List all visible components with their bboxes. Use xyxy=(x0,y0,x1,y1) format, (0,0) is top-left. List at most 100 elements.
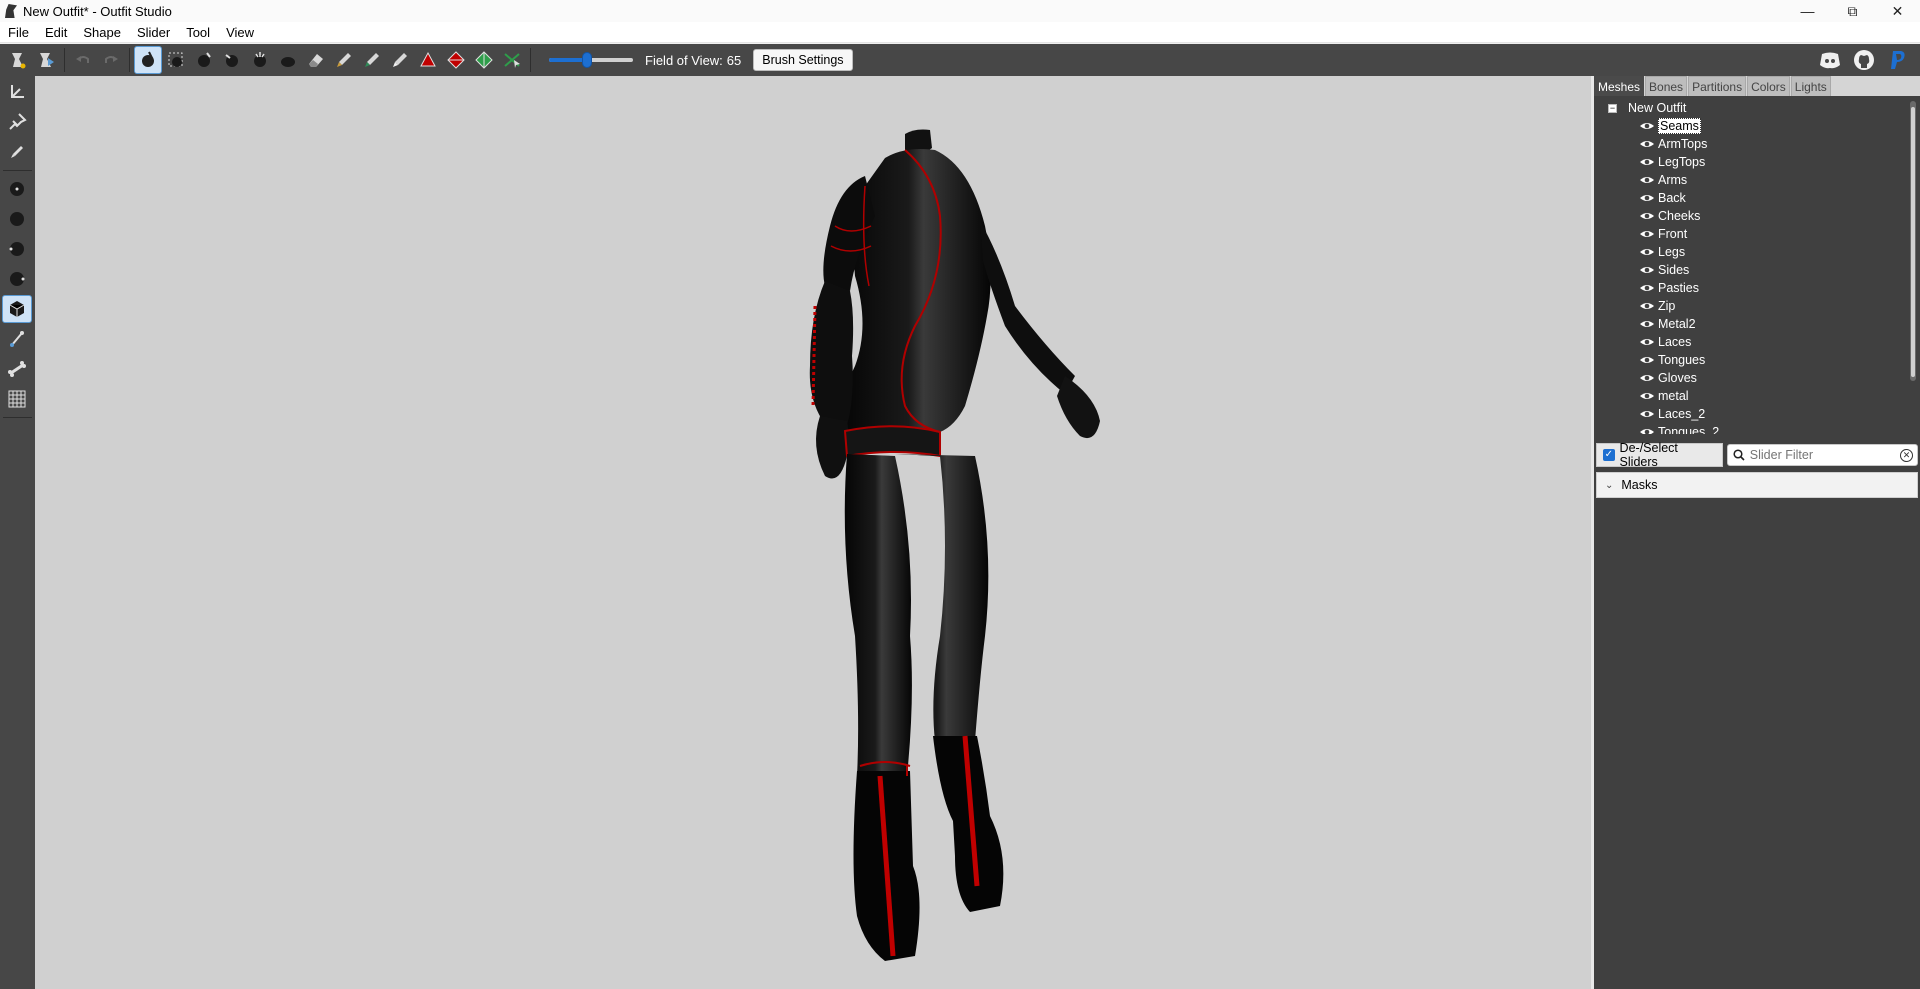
menu-slider[interactable]: Slider xyxy=(129,25,178,40)
tree-scrollbar-thumb[interactable] xyxy=(1911,107,1915,377)
eye-icon[interactable] xyxy=(1639,337,1655,347)
eye-icon[interactable] xyxy=(1639,301,1655,311)
weight-brush-button[interactable] xyxy=(330,46,358,74)
mesh-item[interactable]: Tongues xyxy=(1639,351,1719,369)
undo-button[interactable] xyxy=(69,46,97,74)
smooth-brush-button[interactable] xyxy=(274,46,302,74)
menu-file[interactable]: File xyxy=(0,25,37,40)
mask-brush-button[interactable] xyxy=(134,46,162,74)
minimize-button[interactable]: — xyxy=(1785,0,1830,22)
clear-filter-icon[interactable]: ✕ xyxy=(1900,449,1913,462)
mesh-item-label: Sides xyxy=(1658,263,1690,277)
eye-icon[interactable] xyxy=(1639,355,1655,365)
mesh-tree[interactable]: − New Outfit Seams ArmTops LegTops Arms Back… xyxy=(1596,97,1918,434)
mesh-item[interactable]: metal xyxy=(1639,387,1719,405)
move-vertex-button[interactable] xyxy=(498,46,526,74)
view-sphere-button[interactable] xyxy=(2,205,32,233)
flip-edge-button[interactable] xyxy=(442,46,470,74)
slider-controls: ✓ De-/Select Sliders ✕ xyxy=(1596,441,1918,469)
bone-button[interactable] xyxy=(2,355,32,383)
eye-icon[interactable] xyxy=(1639,121,1655,131)
mesh-item[interactable]: Sides xyxy=(1639,261,1719,279)
brush-settings-button[interactable]: Brush Settings xyxy=(753,49,853,71)
mesh-item[interactable]: Zip xyxy=(1639,297,1719,315)
eye-icon[interactable] xyxy=(1639,265,1655,275)
menu-tool[interactable]: Tool xyxy=(178,25,218,40)
discord-button[interactable] xyxy=(1816,46,1844,74)
eye-icon[interactable] xyxy=(1639,211,1655,221)
show-bones-button[interactable] xyxy=(2,325,32,353)
tab-lights[interactable]: Lights xyxy=(1790,76,1831,96)
mesh-item[interactable]: Pasties xyxy=(1639,279,1719,297)
menu-edit[interactable]: Edit xyxy=(37,25,75,40)
tab-partitions[interactable]: Partitions xyxy=(1688,76,1747,96)
deflate-brush-button[interactable] xyxy=(218,46,246,74)
tab-meshes[interactable]: Meshes xyxy=(1594,76,1645,96)
transform-tool-button[interactable] xyxy=(32,46,60,74)
move-brush-button[interactable] xyxy=(246,46,274,74)
mesh-item[interactable]: Laces xyxy=(1639,333,1719,351)
masks-section[interactable]: ⌄ Masks xyxy=(1596,472,1918,498)
select-area-button[interactable] xyxy=(162,46,190,74)
mesh-item[interactable]: Arms xyxy=(1639,171,1719,189)
split-edge-button[interactable] xyxy=(470,46,498,74)
alpha-brush-button[interactable] xyxy=(386,46,414,74)
paypal-button[interactable] xyxy=(1884,46,1912,74)
eye-icon[interactable] xyxy=(1639,175,1655,185)
menu-view[interactable]: View xyxy=(218,25,262,40)
wireframe-button[interactable] xyxy=(2,385,32,413)
select-tool-button[interactable] xyxy=(4,46,32,74)
eye-icon[interactable] xyxy=(1639,139,1655,149)
mesh-item[interactable]: Legs xyxy=(1639,243,1719,261)
pivot-button[interactable] xyxy=(2,108,32,136)
mesh-item[interactable]: Gloves xyxy=(1639,369,1719,387)
tree-scrollbar[interactable] xyxy=(1910,101,1916,381)
eye-icon[interactable] xyxy=(1639,373,1655,383)
tab-colors[interactable]: Colors xyxy=(1747,76,1790,96)
eye-icon[interactable] xyxy=(1639,157,1655,167)
perspective-toggle-button[interactable] xyxy=(2,295,32,323)
eye-icon[interactable] xyxy=(1639,391,1655,401)
eye-icon[interactable] xyxy=(1639,427,1655,434)
mesh-item-label: Gloves xyxy=(1658,371,1697,385)
eye-icon[interactable] xyxy=(1639,319,1655,329)
mesh-item[interactable]: Seams xyxy=(1639,117,1719,135)
fov-slider-thumb[interactable] xyxy=(581,52,592,68)
outfit-transform-icon xyxy=(40,53,54,67)
eye-icon[interactable] xyxy=(1639,193,1655,203)
view-left-button[interactable] xyxy=(2,235,32,263)
tab-bones[interactable]: Bones xyxy=(1645,76,1688,96)
mesh-item[interactable]: Metal2 xyxy=(1639,315,1719,333)
eye-icon[interactable] xyxy=(1639,409,1655,419)
tree-root[interactable]: − New Outfit xyxy=(1608,101,1686,115)
vertex-select-button[interactable] xyxy=(2,138,32,166)
transform-gizmo-button[interactable] xyxy=(2,78,32,106)
restore-button[interactable]: ⧉ xyxy=(1830,0,1875,22)
mesh-item[interactable]: Tongues_2 xyxy=(1639,423,1719,434)
mesh-item[interactable]: Laces_2 xyxy=(1639,405,1719,423)
eye-icon[interactable] xyxy=(1639,229,1655,239)
github-button[interactable] xyxy=(1850,46,1878,74)
eye-icon[interactable] xyxy=(1639,247,1655,257)
mesh-item[interactable]: Front xyxy=(1639,225,1719,243)
mesh-item[interactable]: ArmTops xyxy=(1639,135,1719,153)
menu-shape[interactable]: Shape xyxy=(75,25,129,40)
collapse-vertex-button[interactable] xyxy=(414,46,442,74)
slider-filter-input[interactable] xyxy=(1749,448,1900,462)
3d-viewport[interactable] xyxy=(35,76,1591,989)
redo-button[interactable] xyxy=(97,46,125,74)
close-button[interactable]: ✕ xyxy=(1875,0,1920,22)
undiff-brush-button[interactable] xyxy=(302,46,330,74)
view-dot-button[interactable] xyxy=(2,175,32,203)
fov-slider[interactable] xyxy=(549,52,633,68)
deselect-sliders-checkbox[interactable]: ✓ De-/Select Sliders xyxy=(1596,441,1723,469)
mesh-item[interactable]: Cheeks xyxy=(1639,207,1719,225)
collapse-vertex-icon xyxy=(420,51,436,67)
mesh-item[interactable]: LegTops xyxy=(1639,153,1719,171)
view-right-button[interactable] xyxy=(2,265,32,293)
inflate-brush-button[interactable] xyxy=(190,46,218,74)
eye-icon[interactable] xyxy=(1639,283,1655,293)
collapse-icon[interactable]: − xyxy=(1608,103,1617,113)
mesh-item[interactable]: Back xyxy=(1639,189,1719,207)
color-brush-button[interactable] xyxy=(358,46,386,74)
